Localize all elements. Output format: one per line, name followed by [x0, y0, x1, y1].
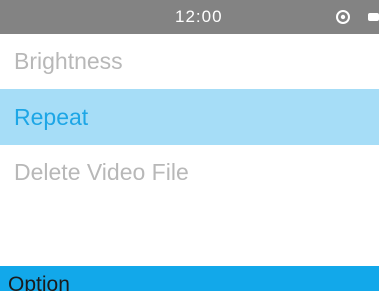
menu-item-repeat[interactable]: Repeat: [0, 89, 379, 145]
menu-item-label: Delete Video File: [14, 159, 189, 185]
menu-item-brightness[interactable]: Brightness: [0, 34, 379, 88]
menu-item-delete-video-file[interactable]: Delete Video File: [0, 145, 379, 200]
option-menu: Brightness Repeat Delete Video File: [0, 34, 379, 200]
target-icon: [335, 9, 351, 25]
menu-item-label: Repeat: [14, 103, 89, 130]
footer-bar: Option: [0, 266, 379, 291]
battery-icon: [367, 11, 379, 23]
status-bar: 12:00: [0, 0, 379, 34]
menu-item-label: Brightness: [14, 47, 123, 74]
status-time: 12:00: [175, 7, 223, 26]
footer-title: Option: [8, 273, 70, 291]
